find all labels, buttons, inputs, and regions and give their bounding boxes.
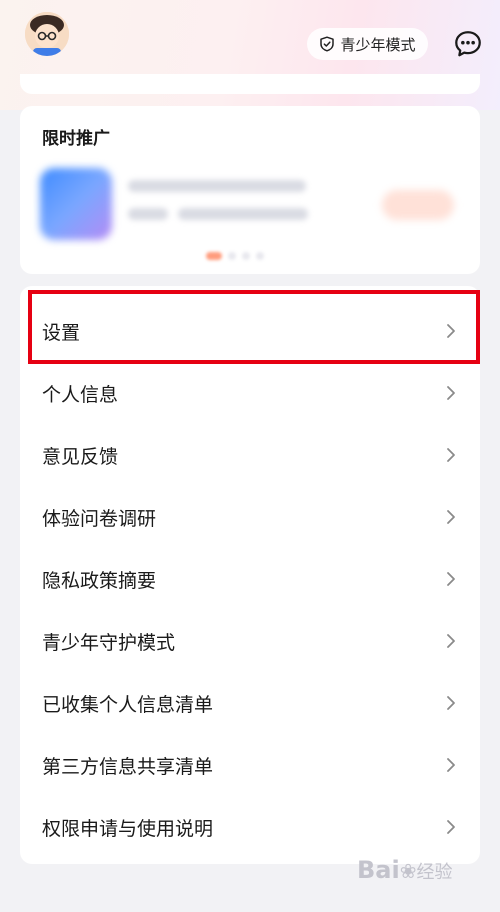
menu-item-settings[interactable]: 设置 [20, 300, 480, 362]
menu-item-survey[interactable]: 体验问卷调研 [20, 486, 480, 548]
menu-item-label: 第三方信息共享清单 [42, 755, 214, 778]
menu-item-label: 青少年守护模式 [42, 631, 176, 654]
menu-item-collected-info-list[interactable]: 已收集个人信息清单 [20, 672, 480, 734]
promo-card[interactable]: 限时推广 [20, 106, 480, 274]
profile-card-bottom [20, 74, 480, 94]
menu-item-label: 意见反馈 [42, 445, 119, 468]
menu-item-third-party-sharing[interactable]: 第三方信息共享清单 [20, 734, 480, 796]
carousel-indicator [206, 252, 264, 260]
menu-item-personal-info[interactable]: 个人信息 [20, 362, 480, 424]
menu-item-label: 隐私政策摘要 [42, 569, 157, 592]
youth-mode-button[interactable]: 青少年模式 [307, 28, 428, 60]
chat-bubble-icon [455, 31, 481, 57]
chevron-right-icon [447, 510, 455, 524]
message-button[interactable] [452, 28, 484, 60]
menu-item-feedback[interactable]: 意见反馈 [20, 424, 480, 486]
promo-thumbnail[interactable] [40, 168, 112, 240]
promo-blurred-title [128, 180, 306, 192]
menu-item-youth-protection[interactable]: 青少年守护模式 [20, 610, 480, 672]
menu-item-label: 体验问卷调研 [42, 507, 157, 530]
promo-action-button[interactable] [382, 190, 454, 220]
promo-title: 限时推广 [42, 129, 110, 149]
menu-item-label: 设置 [42, 321, 81, 344]
chevron-right-icon [447, 448, 455, 462]
watermark-suffix: 经验 [416, 862, 453, 883]
user-avatar[interactable] [25, 12, 69, 56]
menu-item-permissions[interactable]: 权限申请与使用说明 [20, 796, 480, 858]
menu-item-label: 权限申请与使用说明 [42, 817, 214, 840]
menu-item-privacy-summary[interactable]: 隐私政策摘要 [20, 548, 480, 610]
menu-item-label: 个人信息 [42, 383, 119, 406]
menu-list: 设置 个人信息 意见反馈 体验问卷调研 隐私政策摘要 青少年守护模式 已收集个人… [20, 286, 480, 864]
menu-item-label: 已收集个人信息清单 [42, 693, 214, 716]
chevron-right-icon [447, 324, 455, 338]
youth-mode-label: 青少年模式 [340, 35, 416, 54]
paw-icon: ❀ [399, 859, 417, 883]
chevron-right-icon [447, 758, 455, 772]
promo-blurred-subtitle [128, 208, 168, 220]
watermark: Bai❀经验 [357, 856, 452, 884]
chevron-right-icon [447, 820, 455, 834]
chevron-right-icon [447, 386, 455, 400]
chevron-right-icon [447, 572, 455, 586]
chevron-right-icon [447, 634, 455, 648]
shield-icon [320, 36, 335, 52]
chevron-right-icon [447, 696, 455, 710]
watermark-text: Bai [357, 856, 400, 884]
promo-blurred-subtitle [178, 208, 308, 220]
